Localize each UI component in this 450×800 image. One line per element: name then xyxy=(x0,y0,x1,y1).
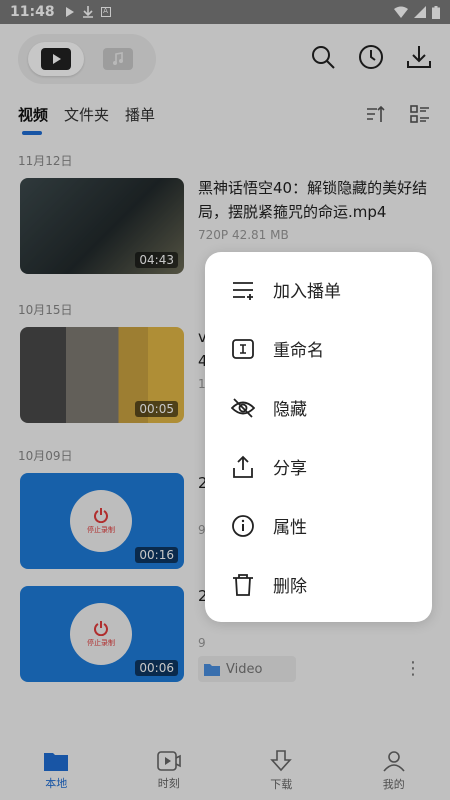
menu-label: 分享 xyxy=(273,459,307,479)
menu-label: 重命名 xyxy=(273,341,324,361)
menu-hide[interactable]: 隐藏 xyxy=(205,378,432,437)
share-icon xyxy=(233,455,253,478)
context-menu: 加入播单 重命名 隐藏 分享 属性 删除 xyxy=(205,252,432,622)
menu-delete[interactable]: 删除 xyxy=(205,555,432,614)
menu-label: 属性 xyxy=(273,518,307,538)
menu-label: 删除 xyxy=(273,577,307,597)
trash-icon xyxy=(233,573,253,596)
rename-icon xyxy=(232,338,254,359)
menu-label: 加入播单 xyxy=(273,282,341,302)
menu-rename[interactable]: 重命名 xyxy=(205,319,432,378)
eye-off-icon xyxy=(231,397,255,418)
menu-add-to-playlist[interactable]: 加入播单 xyxy=(205,260,432,319)
playlist-add-icon xyxy=(233,281,253,300)
menu-label: 隐藏 xyxy=(273,400,307,420)
menu-share[interactable]: 分享 xyxy=(205,437,432,496)
info-icon xyxy=(232,514,254,537)
menu-properties[interactable]: 属性 xyxy=(205,496,432,555)
